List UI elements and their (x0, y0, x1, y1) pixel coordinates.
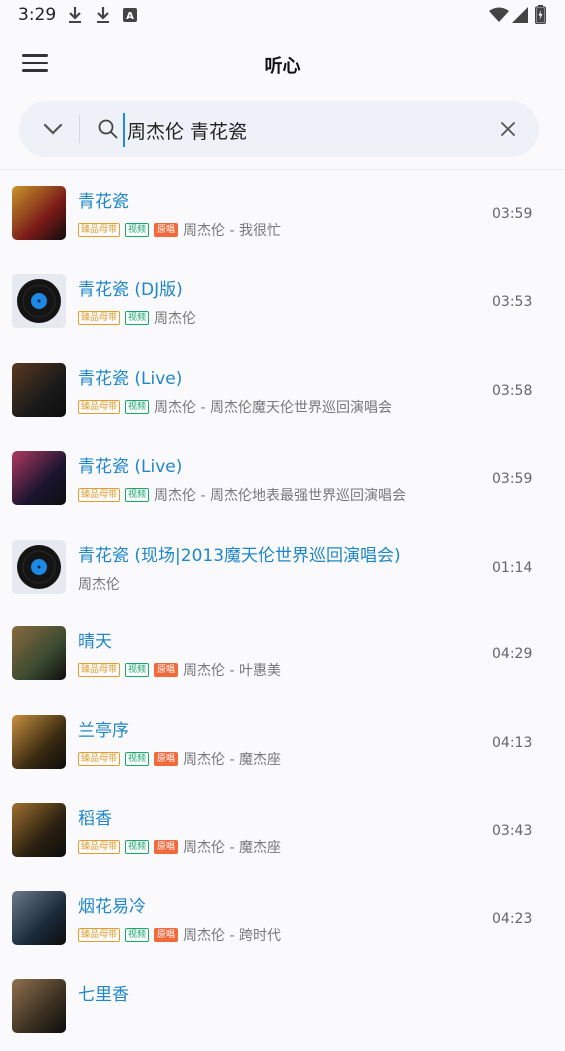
song-row[interactable]: 青花瓷 (Live) 臻品母带 视频 周杰伦 - 周杰伦地表最强世界巡回演唱会 03:5… (0, 435, 565, 523)
wifi-icon (489, 7, 509, 22)
search-divider (79, 115, 80, 143)
song-meta: 臻品母带 视频 周杰伦 - 周杰伦地表最强世界巡回演唱会 (78, 486, 406, 504)
original-badge: 原唱 (154, 223, 179, 237)
battery-charging-icon (535, 5, 546, 24)
vinyl-record-icon (12, 274, 66, 328)
song-duration: 03:58 (492, 383, 533, 399)
status-bar: 3:29 A (0, 0, 565, 32)
font-a-icon: A (123, 8, 137, 22)
original-badge: 原唱 (154, 928, 179, 942)
song-title: 晴天 (78, 632, 112, 652)
video-badge: 视频 (125, 488, 150, 502)
original-badge: 原唱 (154, 840, 179, 854)
quality-badge: 臻品母带 (78, 928, 121, 942)
video-badge: 视频 (125, 311, 150, 325)
video-badge: 视频 (125, 752, 150, 766)
quality-badge: 臻品母带 (78, 311, 121, 325)
song-duration: 03:43 (492, 823, 533, 839)
quality-badge: 臻品母带 (78, 488, 121, 502)
song-title: 兰亭序 (78, 721, 129, 741)
song-meta: 臻品母带 视频 周杰伦 - 周杰伦魔天伦世界巡回演唱会 (78, 398, 392, 416)
song-meta: 臻品母带 视频 原唱 周杰伦 - 魔杰座 (78, 750, 281, 768)
quality-badge: 臻品母带 (78, 663, 121, 677)
signal-icon (512, 7, 528, 23)
original-badge: 原唱 (154, 663, 179, 677)
quality-badge: 臻品母带 (78, 840, 121, 854)
song-duration: 03:53 (492, 294, 533, 310)
song-title: 七里香 (78, 985, 129, 1005)
song-duration: 01:14 (492, 560, 533, 576)
quality-badge: 臻品母带 (78, 752, 121, 766)
song-row[interactable]: 七里香 (0, 963, 565, 1051)
download-icon (97, 7, 109, 23)
album-cover-image (12, 363, 66, 417)
video-badge: 视频 (125, 223, 150, 237)
song-duration: 04:23 (492, 911, 533, 927)
close-icon[interactable] (497, 118, 519, 140)
song-subtitle: 周杰伦 - 叶惠美 (183, 663, 281, 679)
app-bar: 听心 (0, 34, 565, 96)
song-row[interactable]: 青花瓷 (DJ版) 臻品母带 视频 周杰伦 03:53 (0, 258, 565, 346)
status-time: 3:29 (18, 5, 57, 25)
song-row[interactable]: 青花瓷 (现场|2013魔天伦世界巡回演唱会) 周杰伦 01:14 (0, 524, 565, 612)
song-subtitle: 周杰伦 - 周杰伦魔天伦世界巡回演唱会 (154, 400, 392, 416)
song-title: 青花瓷 (现场|2013魔天伦世界巡回演唱会) (78, 546, 401, 566)
song-duration: 04:13 (492, 735, 533, 751)
quality-badge: 臻品母带 (78, 223, 121, 237)
video-badge: 视频 (125, 663, 150, 677)
song-row[interactable]: 晴天臻品母带 视频 原唱 周杰伦 - 叶惠美 04:29 (0, 610, 565, 698)
song-title: 稻香 (78, 809, 112, 829)
page-title: 听心 (264, 56, 301, 77)
song-subtitle: 周杰伦 (78, 577, 120, 593)
song-title: 烟花易冷 (78, 897, 146, 917)
song-meta: 臻品母带 视频 周杰伦 (78, 309, 196, 327)
search-icon (98, 119, 118, 139)
song-row[interactable]: 青花瓷 (Live) 臻品母带 视频 周杰伦 - 周杰伦魔天伦世界巡回演唱会 03:58 (0, 347, 565, 435)
svg-text:A: A (126, 11, 134, 22)
song-meta: 周杰伦 (78, 575, 120, 593)
album-cover-image (12, 715, 66, 769)
song-row[interactable]: 青花瓷臻品母带 视频 原唱 周杰伦 - 我很忙 03:59 (0, 170, 565, 258)
song-duration: 03:59 (492, 471, 533, 487)
album-cover-image (12, 979, 66, 1033)
song-subtitle: 周杰伦 - 我很忙 (183, 223, 281, 239)
video-badge: 视频 (125, 400, 150, 414)
video-badge: 视频 (125, 928, 150, 942)
video-badge: 视频 (125, 840, 150, 854)
song-meta: 臻品母带 视频 原唱 周杰伦 - 叶惠美 (78, 661, 281, 679)
album-cover-image (12, 891, 66, 945)
song-title: 青花瓷 (78, 192, 129, 212)
song-title: 青花瓷 (DJ版) (78, 280, 183, 300)
song-subtitle: 周杰伦 (154, 311, 197, 327)
chevron-down-icon[interactable] (39, 117, 67, 141)
search-input[interactable] (123, 113, 489, 147)
download-icon (69, 7, 81, 23)
song-row[interactable]: 烟花易冷臻品母带 视频 原唱 周杰伦 - 跨时代 04:23 (0, 875, 565, 963)
album-cover-image (12, 451, 66, 505)
original-badge: 原唱 (154, 752, 179, 766)
song-duration: 03:59 (492, 206, 533, 222)
album-cover-image (12, 186, 66, 240)
song-row[interactable]: 稻香臻品母带 视频 原唱 周杰伦 - 魔杰座 03:43 (0, 787, 565, 875)
song-meta: 臻品母带 视频 原唱 周杰伦 - 我很忙 (78, 221, 281, 239)
album-cover-image (12, 803, 66, 857)
song-subtitle: 周杰伦 - 魔杰座 (183, 752, 281, 768)
song-subtitle: 周杰伦 - 魔杰座 (183, 840, 281, 856)
song-meta: 臻品母带 视频 原唱 周杰伦 - 跨时代 (78, 926, 281, 944)
song-title: 青花瓷 (Live) (78, 457, 183, 477)
vinyl-record-icon (12, 540, 66, 594)
album-cover-image (12, 626, 66, 680)
song-subtitle: 周杰伦 - 周杰伦地表最强世界巡回演唱会 (154, 488, 406, 504)
song-meta: 臻品母带 视频 原唱 周杰伦 - 魔杰座 (78, 838, 281, 856)
song-subtitle: 周杰伦 - 跨时代 (183, 928, 281, 944)
search-bar (19, 101, 539, 157)
song-duration: 04:29 (492, 646, 533, 662)
quality-badge: 臻品母带 (78, 400, 121, 414)
song-title: 青花瓷 (Live) (78, 369, 183, 389)
song-row[interactable]: 兰亭序臻品母带 视频 原唱 周杰伦 - 魔杰座 04:13 (0, 699, 565, 787)
